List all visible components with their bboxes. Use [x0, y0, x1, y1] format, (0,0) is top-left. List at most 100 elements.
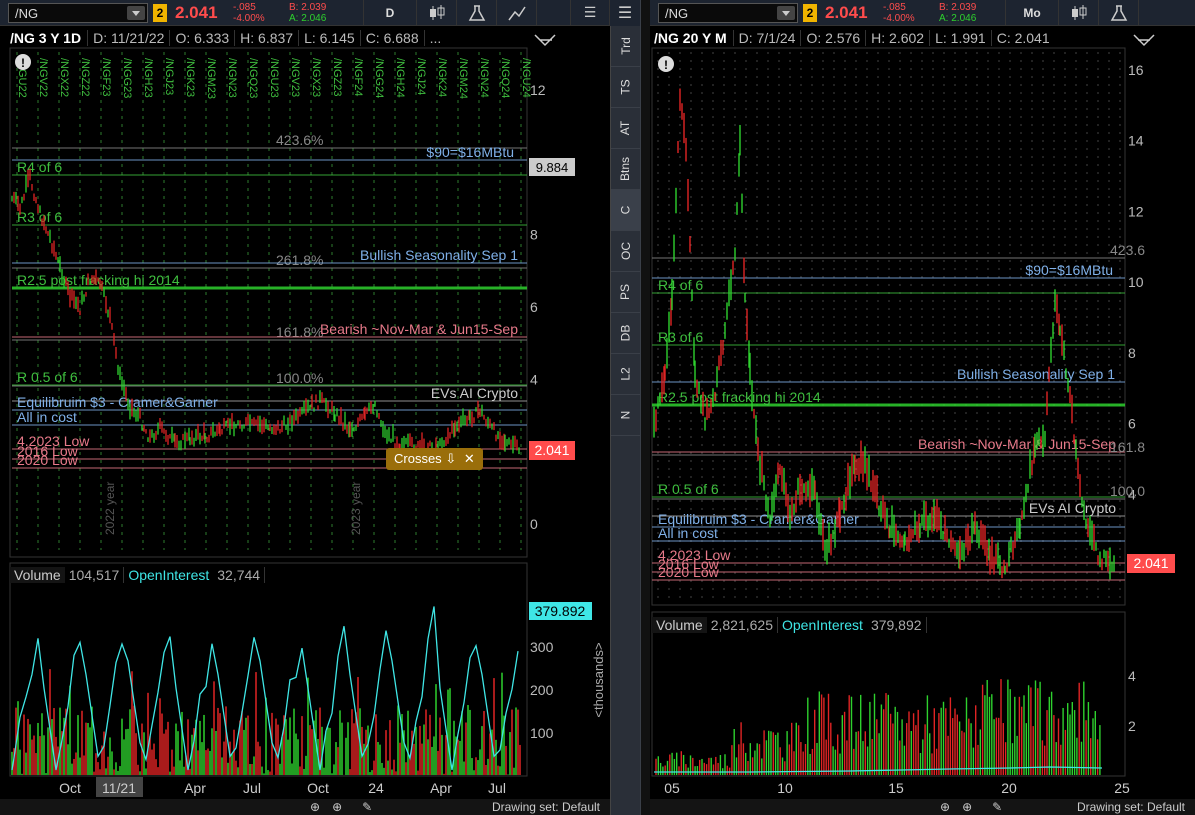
side-tab-n[interactable]: N: [611, 395, 640, 436]
left-contract-label: /NGJ23: [163, 58, 175, 95]
left-contract-label: /NGX22: [58, 58, 70, 97]
pan-icon[interactable]: ⊕: [332, 800, 342, 814]
left-chart-pane: /NG 2 2.041 -.085 -4.00% B: 2.039 A: 2.0…: [0, 0, 610, 815]
left-contract-label: /NGF24: [352, 58, 364, 97]
left-x-tick: 24: [368, 780, 384, 796]
right-level-label: 161.8: [1110, 439, 1145, 455]
left-y-tick: 6: [530, 299, 538, 315]
side-tab-at[interactable]: AT: [611, 108, 640, 149]
side-tab-ts[interactable]: TS: [611, 67, 640, 108]
left-contract-label: /NGF23: [100, 58, 112, 97]
left-x-tick: Apr: [430, 780, 452, 796]
pan-icon[interactable]: ⊕: [962, 800, 972, 814]
left-x-tick: Jul: [243, 780, 261, 796]
left-level-label: 100.0%: [276, 370, 323, 386]
side-tab-l2[interactable]: L2: [611, 354, 640, 395]
left-oi-value: 32,744: [213, 567, 266, 583]
right-oi-label: OpenInterest: [782, 617, 863, 633]
left-x-tick: Apr: [184, 780, 206, 796]
left-oi-badge-text: 379.892: [535, 603, 586, 619]
left-contract-label: /NGU24: [520, 58, 532, 98]
crosses-label: Crosses: [394, 451, 442, 466]
close-icon[interactable]: ✕: [464, 451, 475, 466]
left-level-label: R 0.5 of 6: [17, 369, 78, 385]
left-volume-label: Volume: [10, 567, 65, 583]
left-contract-label: /NGH24: [394, 58, 406, 98]
right-x-tick: 20: [1001, 780, 1017, 796]
left-level-label: R4 of 6: [17, 159, 62, 175]
left-level-label: Bearish ~Nov-Mar & Jun15-Sep: [320, 321, 518, 337]
left-level-label: Bullish Seasonality Sep 1: [360, 247, 518, 263]
right-level-label: 423.6: [1110, 242, 1145, 258]
left-contract-label: /NGM23: [205, 58, 217, 99]
left-contract-label: /NGU23: [268, 58, 280, 98]
side-menu-icon[interactable]: ☰: [610, 0, 640, 26]
left-contract-label: /NGH23: [142, 58, 154, 98]
crosses-alert-badge[interactable]: Crosses ⇩ ✕: [386, 448, 483, 470]
side-tab-label: AT: [618, 120, 633, 136]
left-contract-label: /NGG23: [121, 58, 133, 98]
right-y-tick: 8: [1128, 345, 1136, 361]
right-price-badge-text: 2.041: [1133, 555, 1168, 571]
left-y-tick: 4: [530, 371, 538, 387]
left-volume-unit: <thousands>: [591, 642, 606, 717]
left-year-label: 2023 year: [349, 482, 363, 535]
side-tab-oc[interactable]: OC: [611, 231, 640, 272]
right-level-label: Bearish ~Nov-Mar & Jun15-Sep: [918, 436, 1116, 452]
left-contract-label: /NGJ24: [415, 58, 427, 95]
left-contract-label: /NGG24: [373, 58, 385, 98]
left-volume-header: Volume 104,517 OpenInterest 32,744: [10, 564, 266, 586]
left-bottom-bar: ⊕ ⊕ ✎ Drawing set: Default: [0, 799, 610, 815]
right-x-tick: 10: [777, 780, 793, 796]
style-settings-icon: [1133, 34, 1155, 47]
right-volume-tick: 2: [1128, 718, 1136, 734]
side-tab-c[interactable]: C: [611, 190, 640, 231]
left-contract-label: /NGQ23: [247, 58, 259, 98]
left-level-label: 161.8%: [276, 324, 323, 340]
side-tab-ps[interactable]: PS: [611, 272, 640, 313]
left-contract-label: /NGK23: [184, 58, 196, 97]
pencil-icon[interactable]: ✎: [992, 800, 1002, 814]
left-drawing-set[interactable]: Drawing set: Default: [492, 800, 600, 814]
left-y-tick: 8: [530, 227, 538, 243]
side-tab-label: C: [618, 205, 633, 215]
left-level-label: 2020 Low: [17, 452, 79, 468]
side-tab-db[interactable]: DB: [611, 313, 640, 354]
side-tab-label: L2: [618, 367, 633, 381]
left-level-label: 423.6%: [276, 132, 323, 148]
side-tab-label: N: [618, 410, 633, 420]
left-ref-badge-text: 9.884: [536, 160, 569, 175]
left-x-tick: 11/21: [102, 780, 136, 796]
right-level-label: 100.0: [1110, 483, 1145, 499]
left-price-chart[interactable]: 121086420/NGU22/NGV22/NGX22/NGZ22/NGF23/…: [0, 0, 610, 815]
zoom-in-icon[interactable]: ⊕: [940, 800, 950, 814]
right-y-tick: 12: [1128, 203, 1144, 219]
side-tab-label: PS: [618, 283, 633, 301]
right-volume-tick: 4: [1128, 668, 1136, 684]
left-level-label: All in cost: [17, 409, 77, 425]
left-contract-label: /NGV23: [289, 58, 301, 97]
pencil-icon[interactable]: ✎: [362, 800, 372, 814]
alert-icon-glyph: !: [21, 56, 25, 70]
right-x-tick: 15: [888, 780, 904, 796]
right-drawing-set[interactable]: Drawing set: Default: [1077, 800, 1185, 814]
alert-icon-glyph: !: [664, 58, 668, 72]
side-tab-label: OC: [618, 242, 633, 260]
right-x-tick: 25: [1114, 780, 1130, 796]
left-x-tick: Oct: [307, 780, 329, 796]
right-level-label: R 0.5 of 6: [658, 481, 719, 497]
left-volume-value: 104,517: [65, 567, 125, 583]
side-tab-label: Btns: [618, 156, 633, 182]
pane-divider[interactable]: [640, 0, 650, 815]
left-level-label: 261.8%: [276, 252, 323, 268]
side-tab-trd[interactable]: Trd: [611, 26, 640, 67]
left-y-tick: 0: [530, 516, 538, 532]
side-tab-label: TS: [618, 79, 633, 95]
right-y-tick: 14: [1128, 133, 1144, 149]
zoom-in-icon[interactable]: ⊕: [310, 800, 320, 814]
right-price-chart[interactable]: 16 14 12 10 8 6 4 2 423.6 $90=$16MBtu R4 of 6 R3 of…: [650, 0, 1195, 815]
left-contract-label: /NGX23: [310, 58, 322, 97]
side-tab-btns[interactable]: Btns: [611, 149, 640, 190]
right-level-label: Bullish Seasonality Sep 1: [957, 366, 1115, 382]
left-volume-tick: 100: [530, 725, 554, 741]
